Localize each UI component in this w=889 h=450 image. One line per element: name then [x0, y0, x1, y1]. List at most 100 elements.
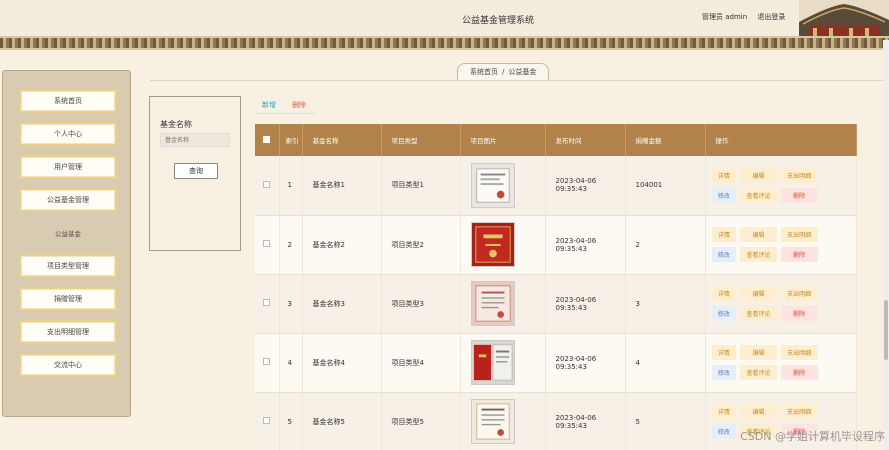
delete-button[interactable]: 删除	[292, 100, 306, 110]
expense-detail-button[interactable]: 支出明细	[780, 345, 818, 360]
view-comments-button[interactable]: 查看评论	[740, 187, 777, 203]
sidebar-subitem-fund[interactable]: 公益基金	[19, 228, 117, 238]
sidebar-item-donations[interactable]: 捐赠管理	[19, 287, 117, 311]
sidebar-item-expenses[interactable]: 支出明细管理	[19, 320, 117, 344]
modify-button[interactable]: 修改	[711, 187, 737, 203]
cell-fund-name: 基金名称2	[302, 215, 382, 275]
search-label: 基金名称	[160, 120, 192, 129]
cell-index: 5	[279, 392, 303, 450]
admin-label: 管理员 admin	[702, 13, 748, 21]
header-fund-name: 基金名称	[302, 124, 382, 156]
breadcrumb-home[interactable]: 系统首页	[470, 68, 498, 76]
table-row: 3 基金名称3 项目类型3 2023-04-06 09:35:43 3 详情 编…	[255, 274, 857, 334]
expense-detail-button[interactable]: 支出明细	[780, 167, 818, 183]
row-select[interactable]	[255, 333, 280, 393]
app-title: 公益基金管理系统	[462, 16, 535, 26]
sidebar-item-users[interactable]: 用户管理	[19, 155, 117, 179]
breadcrumb-separator: /	[502, 68, 505, 76]
search-button[interactable]: 查询	[174, 163, 218, 179]
detail-button[interactable]: 详情	[711, 167, 737, 183]
modify-button[interactable]: 修改	[711, 306, 737, 321]
cell-index: 4	[279, 333, 303, 393]
project-image-open-certificate[interactable]	[470, 340, 515, 385]
cell-publish-time: 2023-04-06 09:35:43	[545, 156, 626, 216]
row-select[interactable]	[255, 156, 280, 216]
project-image-certificate[interactable]	[470, 162, 515, 208]
sidebar-item-profile[interactable]: 个人中心	[19, 122, 117, 146]
search-panel: 基金名称 查询	[149, 96, 241, 251]
select-all-checkbox[interactable]	[263, 135, 271, 143]
add-button[interactable]: 新增	[262, 100, 276, 110]
expense-detail-button[interactable]: 支出明细	[780, 404, 818, 419]
sidebar-item-project-types[interactable]: 项目类型管理	[19, 254, 117, 278]
cell-project-type: 项目类型2	[381, 215, 461, 275]
row-select[interactable]	[255, 392, 280, 450]
edit-button[interactable]: 编辑	[740, 404, 777, 419]
cell-project-image	[460, 333, 546, 393]
view-comments-button[interactable]: 查看评论	[740, 365, 777, 380]
row-delete-button[interactable]: 删除	[780, 365, 818, 380]
detail-button[interactable]: 详情	[711, 345, 737, 360]
expense-detail-button[interactable]: 支出明细	[780, 286, 818, 301]
top-header: 公益基金管理系统 管理员 admin 退出登录	[0, 0, 889, 36]
decorative-border	[0, 36, 889, 50]
project-image-document[interactable]	[470, 399, 515, 444]
row-select[interactable]	[255, 274, 280, 334]
header-project-type: 项目类型	[381, 124, 461, 156]
cell-project-type: 项目类型1	[381, 156, 461, 216]
logout-link[interactable]: 退出登录	[757, 13, 785, 21]
cell-project-type: 项目类型5	[381, 392, 461, 450]
fund-table: 索引 基金名称 项目类型 项目图片 发布时间 捐赠金额 操作 1 基金名称1 项…	[255, 124, 857, 450]
row-select[interactable]	[255, 215, 280, 275]
edit-button[interactable]: 编辑	[740, 227, 777, 242]
row-delete-button[interactable]: 删除	[780, 247, 818, 262]
project-image-honor-certificate[interactable]	[470, 281, 515, 326]
header-project-image: 项目图片	[460, 124, 546, 156]
expense-detail-button[interactable]: 支出明细	[780, 227, 818, 242]
cell-operations: 详情 编辑 支出明细 修改 查看评论 删除	[705, 215, 857, 275]
cell-operations: 详情 编辑 支出明细 修改 查看评论 删除	[705, 274, 857, 334]
row-delete-button[interactable]: 删除	[780, 187, 818, 203]
breadcrumb-underline	[150, 80, 889, 81]
cell-project-type: 项目类型3	[381, 274, 461, 334]
edit-button[interactable]: 编辑	[740, 286, 777, 301]
view-comments-button[interactable]: 查看评论	[740, 247, 777, 262]
header-select-all[interactable]	[255, 124, 280, 156]
view-comments-button[interactable]: 查看评论	[740, 306, 777, 321]
sidebar-item-fund-management[interactable]: 公益基金管理	[19, 188, 117, 212]
cell-donation-amount: 5	[625, 392, 706, 450]
header-donation-amount: 捐赠金额	[625, 124, 706, 156]
sidebar-item-home[interactable]: 系统首页	[19, 89, 117, 113]
actions-underline	[256, 113, 316, 114]
project-image-red-certificate[interactable]	[470, 222, 515, 267]
cell-fund-name: 基金名称3	[302, 274, 382, 334]
row-checkbox[interactable]	[263, 180, 271, 188]
row-checkbox[interactable]	[263, 299, 271, 306]
modify-button[interactable]: 修改	[711, 247, 737, 262]
modify-button[interactable]: 修改	[711, 365, 737, 380]
cell-project-image	[460, 274, 546, 334]
detail-button[interactable]: 详情	[711, 227, 737, 242]
edit-button[interactable]: 编辑	[740, 345, 777, 360]
scrollbar-thumb[interactable]	[884, 300, 888, 360]
cell-index: 2	[279, 215, 303, 275]
cell-publish-time: 2023-04-06 09:35:43	[545, 274, 626, 334]
row-delete-button[interactable]: 删除	[780, 306, 818, 321]
row-checkbox[interactable]	[263, 417, 271, 424]
detail-button[interactable]: 详情	[711, 404, 737, 419]
table-row: 1 基金名称1 项目类型1 2023-04-06 09:35:43 104001…	[255, 156, 857, 216]
breadcrumb-current: 公益基金	[508, 68, 537, 76]
sidebar: 系统首页 个人中心 用户管理 公益基金管理 公益基金 项目类型管理 捐赠管理 支…	[2, 70, 131, 417]
modify-button[interactable]: 修改	[711, 424, 737, 439]
detail-button[interactable]: 详情	[711, 286, 737, 301]
page-scrollbar[interactable]	[883, 40, 889, 450]
cell-donation-amount: 2	[625, 215, 706, 275]
fund-name-search-input[interactable]	[160, 133, 230, 147]
sidebar-item-exchange[interactable]: 交流中心	[19, 353, 117, 377]
palace-roof-decoration	[799, 0, 889, 36]
row-checkbox[interactable]	[263, 358, 271, 365]
edit-button[interactable]: 编辑	[740, 167, 777, 183]
watermark: CSDN @学姐计算机毕设程序	[740, 430, 885, 443]
row-checkbox[interactable]	[263, 240, 271, 247]
cell-project-type: 项目类型4	[381, 333, 461, 393]
